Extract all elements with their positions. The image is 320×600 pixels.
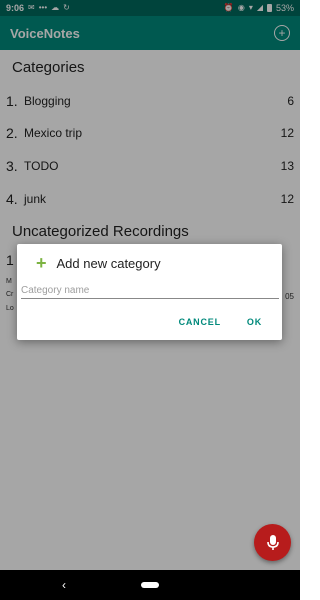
- microphone-icon: [266, 534, 279, 550]
- add-category-dialog: + Add new category CANCEL OK: [17, 244, 282, 340]
- dialog-actions: CANCEL OK: [179, 317, 262, 327]
- dialog-title: + Add new category: [36, 253, 161, 273]
- screen: 9:06 ✉ ••• ☁ ↻ ⏰ ◉ ▾ ◢ 53% VoiceNotes + …: [0, 0, 300, 600]
- dialog-title-text: Add new category: [56, 255, 161, 271]
- category-name-input[interactable]: [21, 282, 279, 299]
- navigation-bar: ‹: [0, 570, 300, 600]
- ok-button[interactable]: OK: [247, 317, 262, 327]
- home-pill-icon[interactable]: [141, 582, 159, 588]
- record-button[interactable]: [254, 524, 291, 561]
- plus-icon: +: [36, 253, 47, 273]
- back-icon[interactable]: ‹: [62, 578, 66, 592]
- cancel-button[interactable]: CANCEL: [179, 317, 221, 327]
